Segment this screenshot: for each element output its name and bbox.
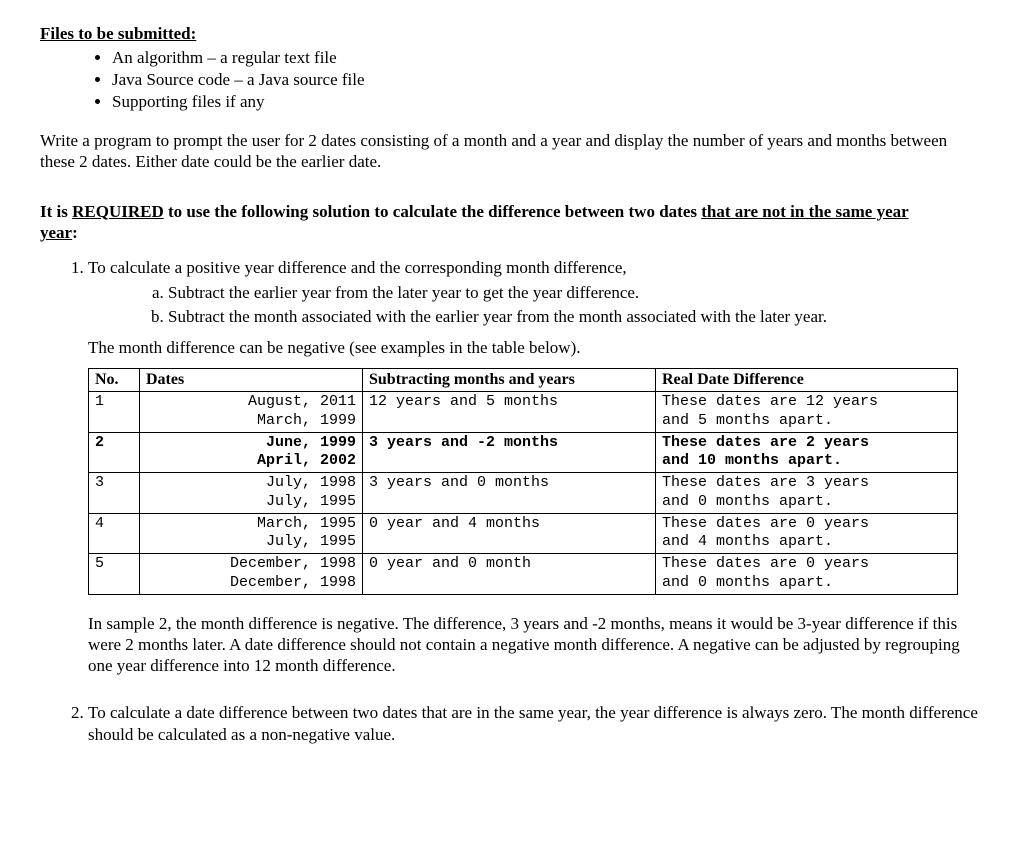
cell-dates: December, 1998December, 1998 <box>140 554 363 595</box>
col-real: Real Date Difference <box>656 369 958 392</box>
required-heading: It is REQUIRED to use the following solu… <box>40 201 984 244</box>
col-sub: Subtracting months and years <box>363 369 656 392</box>
negative-note: The month difference can be negative (se… <box>88 337 984 358</box>
cell-dates: August, 2011March, 1999 <box>140 392 363 433</box>
required-suffix: : <box>72 223 78 242</box>
cell-sub: 0 year and 4 months <box>363 513 656 554</box>
cell-real: These dates are 3 yearsand 0 months apar… <box>656 473 958 514</box>
cell-real: These dates are 12 yearsand 5 months apa… <box>656 392 958 433</box>
required-prefix: It is <box>40 202 72 221</box>
required-mid: to use the following solution to calcula… <box>164 202 701 221</box>
step-1: To calculate a positive year difference … <box>88 257 984 676</box>
cell-no: 2 <box>89 432 140 473</box>
substeps-list: Subtract the earlier year from the later… <box>88 282 984 327</box>
table-row: 5 December, 1998December, 1998 0 year an… <box>89 554 958 595</box>
cell-sub: 0 year and 0 month <box>363 554 656 595</box>
required-underline: that are not in the same year <box>701 202 908 221</box>
examples-table: No. Dates Subtracting months and years R… <box>88 368 958 595</box>
table-header-row: No. Dates Subtracting months and years R… <box>89 369 958 392</box>
cell-no: 1 <box>89 392 140 433</box>
steps-list: To calculate a positive year difference … <box>40 257 984 745</box>
col-no: No. <box>89 369 140 392</box>
required-year-word: year <box>40 223 72 242</box>
files-list: An algorithm – a regular text file Java … <box>40 48 984 112</box>
intro-paragraph: Write a program to prompt the user for 2… <box>40 130 984 173</box>
cell-sub: 3 years and 0 months <box>363 473 656 514</box>
cell-dates: March, 1995July, 1995 <box>140 513 363 554</box>
table-row: 1 August, 2011March, 1999 12 years and 5… <box>89 392 958 433</box>
cell-no: 5 <box>89 554 140 595</box>
cell-sub: 3 years and -2 months <box>363 432 656 473</box>
table-row: 4 March, 1995July, 1995 0 year and 4 mon… <box>89 513 958 554</box>
required-word: REQUIRED <box>72 202 164 221</box>
file-item: An algorithm – a regular text file <box>112 48 984 68</box>
step-1-text: To calculate a positive year difference … <box>88 258 627 277</box>
cell-sub: 12 years and 5 months <box>363 392 656 433</box>
files-heading: Files to be submitted: <box>40 24 984 44</box>
cell-real: These dates are 0 yearsand 0 months apar… <box>656 554 958 595</box>
cell-dates: June, 1999April, 2002 <box>140 432 363 473</box>
file-item: Supporting files if any <box>112 92 984 112</box>
col-dates: Dates <box>140 369 363 392</box>
table-row: 3 July, 1998July, 1995 3 years and 0 mon… <box>89 473 958 514</box>
step-1a: Subtract the earlier year from the later… <box>168 282 984 303</box>
cell-no: 4 <box>89 513 140 554</box>
step-2: To calculate a date difference between t… <box>88 702 984 745</box>
cell-real: These dates are 0 yearsand 4 months apar… <box>656 513 958 554</box>
step-1b: Subtract the month associated with the e… <box>168 306 984 327</box>
cell-no: 3 <box>89 473 140 514</box>
explain-paragraph: In sample 2, the month difference is neg… <box>88 613 984 677</box>
step-2-text: To calculate a date difference between t… <box>88 703 978 743</box>
cell-real: These dates are 2 yearsand 10 months apa… <box>656 432 958 473</box>
file-item: Java Source code – a Java source file <box>112 70 984 90</box>
cell-dates: July, 1998July, 1995 <box>140 473 363 514</box>
table-row: 2 June, 1999April, 2002 3 years and -2 m… <box>89 432 958 473</box>
